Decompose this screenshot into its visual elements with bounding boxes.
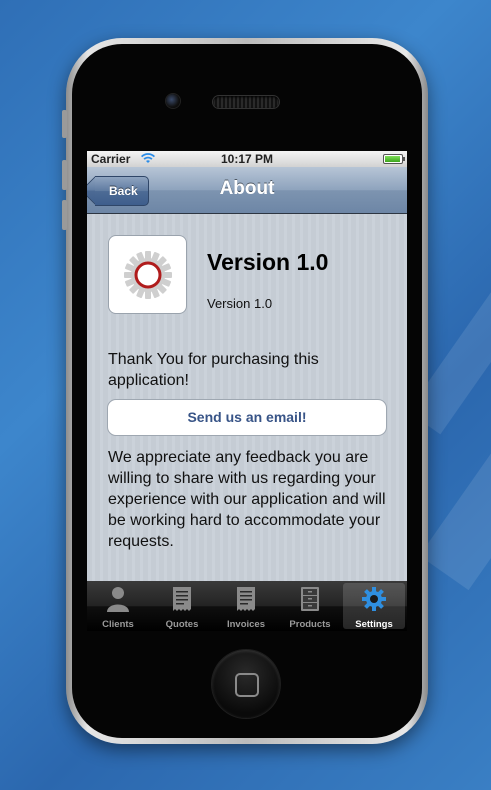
- battery-icon: [383, 154, 405, 164]
- tab-label: Clients: [102, 619, 134, 630]
- thanks-text: Thank You for purchasing this applicatio…: [108, 351, 319, 389]
- about-content: Version 1.0 Version 1.0 Thank You for pu…: [87, 214, 407, 581]
- earpiece-speaker: [213, 96, 279, 108]
- status-bar: Carrier 10:17 PM: [87, 151, 407, 167]
- cabinet-icon: [301, 587, 319, 611]
- status-time: 10:17 PM: [220, 152, 274, 166]
- version-subtitle: Version 1.0: [207, 296, 273, 311]
- tab-label: Products: [289, 619, 331, 630]
- app-logo: [108, 235, 187, 314]
- phone-screen: Carrier 10:17 PM Back About Version 1.0 …: [87, 151, 407, 631]
- person-icon: [107, 587, 129, 612]
- tab-clients[interactable]: Clients: [87, 583, 149, 630]
- tab-label: Invoices: [226, 619, 266, 630]
- home-square-icon: [235, 673, 259, 697]
- receipt-icon: [237, 587, 255, 611]
- home-button[interactable]: [212, 650, 280, 718]
- receipt-icon: [173, 587, 191, 611]
- volume-down-button: [62, 200, 67, 230]
- tab-label: Quotes: [165, 619, 199, 630]
- tab-quotes[interactable]: Quotes: [151, 583, 213, 630]
- version-title: Version 1.0: [207, 249, 329, 275]
- back-button[interactable]: Back: [95, 176, 149, 206]
- back-button-wrap[interactable]: Back: [95, 167, 149, 206]
- gear-logo-icon: [124, 251, 172, 299]
- navigation-bar: Back About: [87, 167, 407, 214]
- tab-invoices[interactable]: Invoices: [215, 583, 277, 630]
- send-email-button[interactable]: Send us an email!: [107, 399, 387, 436]
- volume-up-button: [62, 160, 67, 190]
- mute-switch: [62, 110, 67, 138]
- tab-label: Settings: [355, 619, 393, 630]
- tab-products[interactable]: Products: [279, 583, 341, 630]
- front-camera: [166, 94, 180, 108]
- tab-settings[interactable]: Settings: [343, 583, 405, 630]
- tab-bar: Clients Quotes Invoices Products Setting…: [87, 581, 407, 631]
- gear-icon: [362, 587, 386, 611]
- feedback-text: We appreciate any feedback you are willi…: [108, 449, 386, 550]
